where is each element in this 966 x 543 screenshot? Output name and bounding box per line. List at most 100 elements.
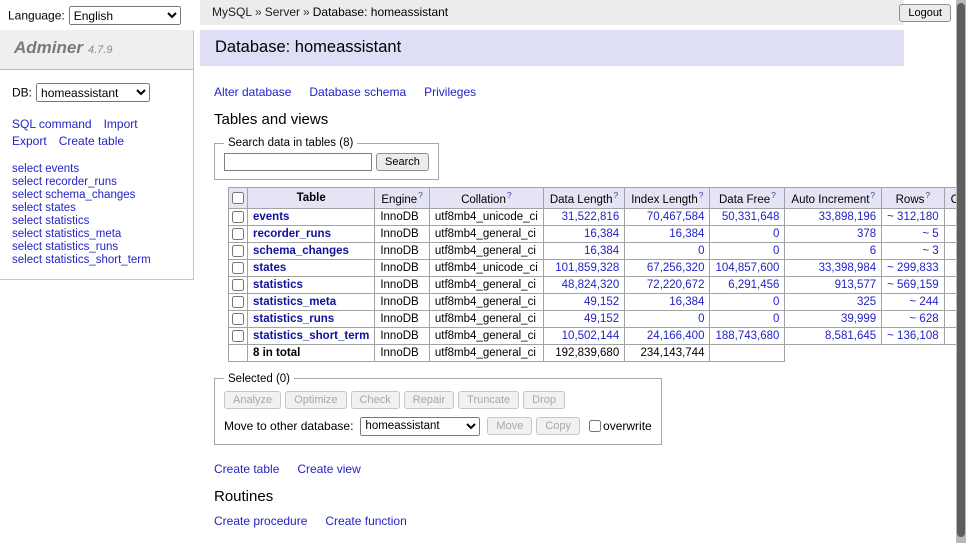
rows-link-statistics[interactable]: ~ 569,159 xyxy=(887,279,938,291)
row-checkbox-events[interactable] xyxy=(232,211,244,223)
column-help-icon[interactable]: ? xyxy=(870,190,875,200)
sidebar-table-link-recorder-runs[interactable]: recorder_runs xyxy=(45,176,117,188)
data-length-link-events[interactable]: 31,522,816 xyxy=(562,211,620,223)
data-length-link-states[interactable]: 101,859,328 xyxy=(555,262,619,274)
column-header-table[interactable]: Table xyxy=(248,188,375,209)
select-link-schema-changes[interactable]: select xyxy=(12,189,42,201)
sidebar-link-sql-command[interactable]: SQL command xyxy=(12,117,92,131)
sidebar-table-link-schema-changes[interactable]: schema_changes xyxy=(45,189,135,201)
search-input[interactable] xyxy=(224,153,372,171)
data-free-link-statistics[interactable]: 6,291,456 xyxy=(728,279,779,291)
select-link-statistics-meta[interactable]: select xyxy=(12,228,42,240)
index-length-link-schema-changes[interactable]: 0 xyxy=(698,245,704,257)
data-free-link-states[interactable]: 104,857,600 xyxy=(715,262,779,274)
auto-increment-link-events[interactable]: 33,898,196 xyxy=(819,211,877,223)
index-length-link-states[interactable]: 67,256,320 xyxy=(647,262,705,274)
logout-button[interactable]: Logout xyxy=(899,4,951,22)
rows-link-statistics-meta[interactable]: ~ 244 xyxy=(910,296,939,308)
row-checkbox-states[interactable] xyxy=(232,262,244,274)
column-help-icon[interactable]: ? xyxy=(418,190,423,200)
auto-increment-link-statistics-short-term[interactable]: 8,581,645 xyxy=(825,330,876,342)
column-help-icon[interactable]: ? xyxy=(925,190,930,200)
select-link-recorder-runs[interactable]: select xyxy=(12,176,42,188)
data-length-link-recorder-runs[interactable]: 16,384 xyxy=(584,228,619,240)
select-link-events[interactable]: select xyxy=(12,163,42,175)
page-scrollbar[interactable] xyxy=(956,0,966,543)
sidebar-link-create-table[interactable]: Create table xyxy=(59,134,124,148)
rows-link-statistics-runs[interactable]: ~ 628 xyxy=(910,313,939,325)
data-length-link-statistics-meta[interactable]: 49,152 xyxy=(584,296,619,308)
index-length-link-recorder-runs[interactable]: 16,384 xyxy=(669,228,704,240)
sidebar-table-link-events[interactable]: events xyxy=(45,163,79,175)
data-free-link-statistics-short-term[interactable]: 188,743,680 xyxy=(715,330,779,342)
index-length-link-statistics-meta[interactable]: 16,384 xyxy=(669,296,704,308)
breadcrumb-server-link[interactable]: Server xyxy=(265,5,300,19)
data-free-link-events[interactable]: 50,331,648 xyxy=(722,211,780,223)
index-length-link-statistics[interactable]: 72,220,672 xyxy=(647,279,705,291)
select-link-statistics-short-term[interactable]: select xyxy=(12,254,42,266)
search-button[interactable]: Search xyxy=(376,153,429,171)
column-help-icon[interactable]: ? xyxy=(771,190,776,200)
table-link-statistics-meta[interactable]: statistics_meta xyxy=(253,296,336,308)
create-function-link[interactable]: Create function xyxy=(325,514,406,528)
auto-increment-link-schema-changes[interactable]: 6 xyxy=(870,245,876,257)
sidebar-table-link-statistics-short-term[interactable]: statistics_short_term xyxy=(45,254,150,266)
data-free-link-schema-changes[interactable]: 0 xyxy=(773,245,779,257)
sidebar-link-import[interactable]: Import xyxy=(104,117,138,131)
auto-increment-link-statistics[interactable]: 913,577 xyxy=(835,279,877,291)
select-link-statistics[interactable]: select xyxy=(12,215,42,227)
table-link-schema-changes[interactable]: schema_changes xyxy=(253,245,349,257)
data-free-link-statistics-runs[interactable]: 0 xyxy=(773,313,779,325)
privileges-link[interactable]: Privileges xyxy=(424,85,476,99)
move-db-select[interactable]: homeassistant xyxy=(360,417,480,436)
language-select[interactable]: English xyxy=(69,6,181,25)
database-schema-link[interactable]: Database schema xyxy=(309,85,406,99)
sidebar-table-link-statistics-meta[interactable]: statistics_meta xyxy=(45,228,121,240)
column-help-icon[interactable]: ? xyxy=(613,190,618,200)
sidebar-table-link-statistics-runs[interactable]: statistics_runs xyxy=(45,241,118,253)
row-checkbox-statistics-meta[interactable] xyxy=(232,296,244,308)
select-all-checkbox[interactable] xyxy=(232,192,244,204)
column-help-icon[interactable]: ? xyxy=(699,190,704,200)
rows-link-events[interactable]: ~ 312,180 xyxy=(887,211,938,223)
scrollbar-thumb[interactable] xyxy=(957,3,965,537)
create-view-link[interactable]: Create view xyxy=(297,462,360,476)
auto-increment-link-statistics-runs[interactable]: 39,999 xyxy=(841,313,876,325)
data-length-link-statistics-runs[interactable]: 49,152 xyxy=(584,313,619,325)
select-link-states[interactable]: select xyxy=(12,202,42,214)
data-free-link-recorder-runs[interactable]: 0 xyxy=(773,228,779,240)
index-length-link-statistics-short-term[interactable]: 24,166,400 xyxy=(647,330,705,342)
rows-link-statistics-short-term[interactable]: ~ 136,108 xyxy=(887,330,938,342)
auto-increment-link-states[interactable]: 33,398,984 xyxy=(819,262,877,274)
data-free-link-statistics-meta[interactable]: 0 xyxy=(773,296,779,308)
table-link-states[interactable]: states xyxy=(253,262,286,274)
sidebar-table-link-statistics[interactable]: statistics xyxy=(45,215,89,227)
sidebar-link-export[interactable]: Export xyxy=(12,134,47,148)
row-checkbox-recorder-runs[interactable] xyxy=(232,228,244,240)
auto-increment-link-statistics-meta[interactable]: 325 xyxy=(857,296,876,308)
auto-increment-link-recorder-runs[interactable]: 378 xyxy=(857,228,876,240)
overwrite-checkbox[interactable] xyxy=(589,420,601,432)
table-link-statistics[interactable]: statistics xyxy=(253,279,303,291)
rows-link-recorder-runs[interactable]: ~ 5 xyxy=(922,228,938,240)
table-link-recorder-runs[interactable]: recorder_runs xyxy=(253,228,331,240)
sidebar-table-link-states[interactable]: states xyxy=(45,202,76,214)
create-procedure-link[interactable]: Create procedure xyxy=(214,514,307,528)
rows-link-states[interactable]: ~ 299,833 xyxy=(887,262,938,274)
row-checkbox-schema-changes[interactable] xyxy=(232,245,244,257)
column-help-icon[interactable]: ? xyxy=(507,190,512,200)
table-link-statistics-short-term[interactable]: statistics_short_term xyxy=(253,330,369,342)
table-link-events[interactable]: events xyxy=(253,211,289,223)
breadcrumb-mysql-link[interactable]: MySQL xyxy=(212,5,252,19)
index-length-link-statistics-runs[interactable]: 0 xyxy=(698,313,704,325)
row-checkbox-statistics-short-term[interactable] xyxy=(232,330,244,342)
index-length-link-events[interactable]: 70,467,584 xyxy=(647,211,705,223)
alter-database-link[interactable]: Alter database xyxy=(214,85,291,99)
table-link-statistics-runs[interactable]: statistics_runs xyxy=(253,313,334,325)
rows-link-schema-changes[interactable]: ~ 3 xyxy=(922,245,938,257)
db-select[interactable]: homeassistant xyxy=(36,83,150,102)
data-length-link-statistics[interactable]: 48,824,320 xyxy=(562,279,620,291)
row-checkbox-statistics-runs[interactable] xyxy=(232,313,244,325)
select-link-statistics-runs[interactable]: select xyxy=(12,241,42,253)
create-table-link[interactable]: Create table xyxy=(214,462,279,476)
